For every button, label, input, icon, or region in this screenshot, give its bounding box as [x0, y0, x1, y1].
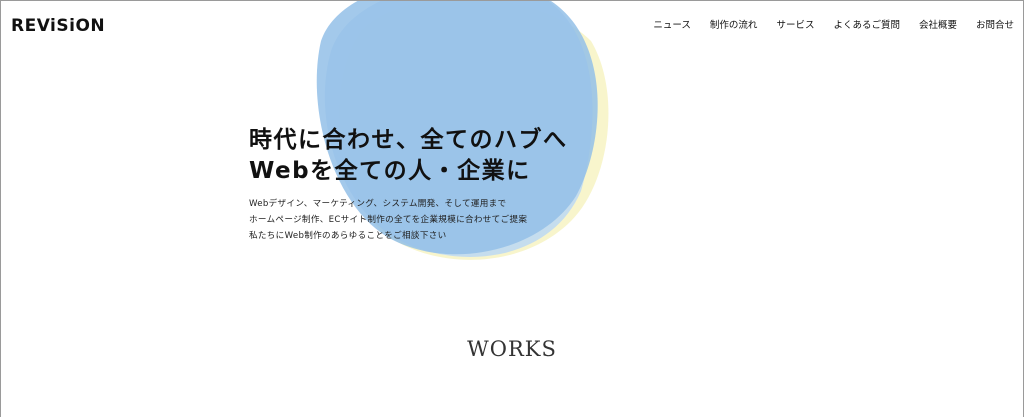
page: REViSiON ニュース 制作の流れ サービス よくあるご質問 会社概要 お問… [0, 0, 1024, 417]
nav-item-company[interactable]: 会社概要 [919, 17, 957, 31]
nav-item-services[interactable]: サービス [776, 17, 814, 31]
site-logo[interactable]: REViSiON [11, 16, 105, 36]
hero-description-line: ホームページ制作、ECサイト制作の全てを企業規模に合わせてご提案 [249, 215, 528, 225]
hero-title-line: 時代に合わせ、全てのハブへ [249, 127, 568, 153]
works-section-title: WORKS [467, 337, 557, 361]
hero-description-line: Webデザイン、マーケティング、システム開発、そして運用まで [249, 199, 507, 209]
nav-item-faq[interactable]: よくあるご質問 [833, 17, 900, 31]
hero-title: 時代に合わせ、全てのハブへ Webを全ての人・企業に [249, 125, 568, 187]
hero-description-line: 私たちにWeb制作のあらゆることをご相談下さい [249, 231, 447, 241]
hero-description: Webデザイン、マーケティング、システム開発、そして運用まで ホームページ制作、… [249, 196, 527, 244]
nav-item-production-flow[interactable]: 制作の流れ [710, 17, 758, 31]
nav-item-contact[interactable]: お問合せ [976, 17, 1014, 31]
nav-item-news[interactable]: ニュース [653, 17, 691, 31]
main-nav: ニュース 制作の流れ サービス よくあるご質問 会社概要 お問合せ [634, 17, 1014, 31]
hero-title-line: Webを全ての人・企業に [249, 158, 531, 184]
